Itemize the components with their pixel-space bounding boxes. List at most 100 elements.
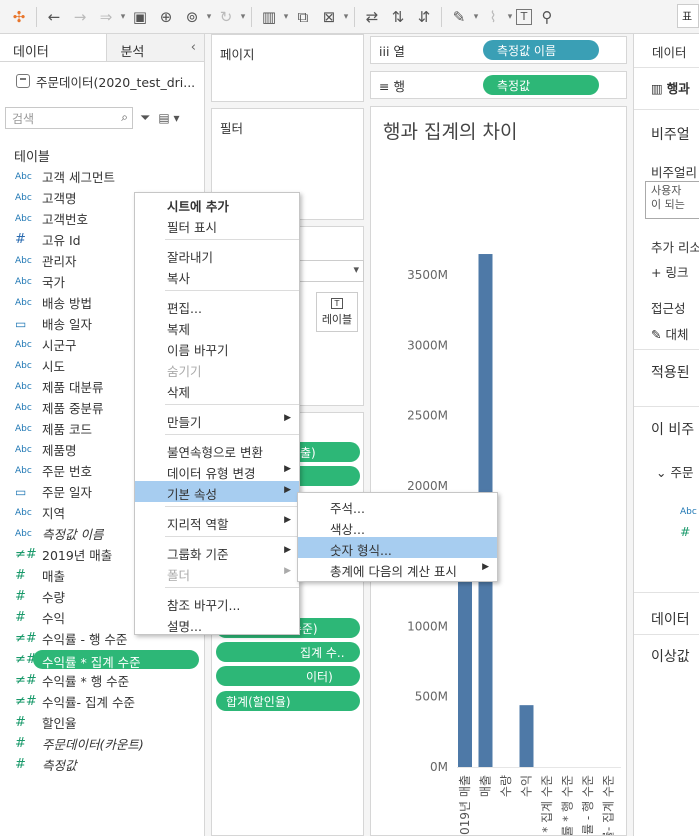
number-type-icon: #: [15, 757, 26, 772]
chevron-down-icon[interactable]: ▾: [239, 4, 247, 30]
submenu-arrow-icon: ▶: [284, 515, 291, 525]
measure-pill[interactable]: 합계(할인율): [216, 691, 360, 711]
tab-data[interactable]: 데이터: [0, 34, 108, 61]
divider: [634, 349, 699, 350]
x-tick-label: 수익률- 집계 수준: [602, 775, 616, 835]
chevron-down-icon[interactable]: ▾: [205, 4, 213, 30]
collapse-chevron-icon[interactable]: ‹: [191, 40, 196, 55]
mark-type-select[interactable]: [291, 260, 364, 282]
pin-icon[interactable]: ⚲: [536, 4, 558, 30]
duplicate-sheet-icon[interactable]: ⧉: [292, 4, 314, 30]
measure-pill[interactable]: 이터): [216, 666, 360, 686]
menu-item-duplicate[interactable]: 복제: [135, 316, 299, 337]
bar[interactable]: [458, 556, 472, 767]
view-options-icon[interactable]: ▤ ▾: [158, 111, 179, 125]
highlight-icon[interactable]: ✎: [448, 4, 470, 30]
rp-alt-text[interactable]: ✎ 대체: [651, 324, 688, 343]
viz-canvas[interactable]: 행과 집계의 차이 0M500M1000M1500M2000M2500M3000…: [370, 106, 627, 836]
measure-pill[interactable]: 집계 수..: [216, 642, 360, 662]
datasource-row[interactable]: 주문데이터(2020_test_dri...: [0, 62, 204, 92]
menu-item-delete[interactable]: 삭제: [135, 379, 299, 400]
pages-card[interactable]: 페이지: [211, 34, 364, 102]
field-item[interactable]: ≠# 수익률- 집계 수준: [0, 691, 204, 712]
filter-icon[interactable]: ⏷: [140, 111, 150, 126]
chevron-down-icon[interactable]: ▾: [472, 4, 480, 30]
swap-icon[interactable]: ⇄: [361, 4, 383, 30]
chevron-down-icon[interactable]: ▾: [282, 4, 290, 30]
show-me-button[interactable]: 표: [677, 4, 699, 28]
sort-descending-icon[interactable]: ⇵: [413, 4, 435, 30]
number-type-icon: ≠#: [15, 547, 37, 562]
label-icon[interactable]: T: [516, 8, 532, 25]
menu-item-cut[interactable]: 잘라내기: [135, 244, 299, 265]
field-item[interactable]: ≠# 수익률 * 행 수준: [0, 670, 204, 691]
menu-item-default-properties[interactable]: 기본 속성 ▶: [135, 481, 299, 502]
menu-item-show-filter-label: 필터 표시: [167, 220, 217, 235]
submenu-item-color[interactable]: 색상...: [298, 516, 497, 537]
rows-pill[interactable]: 측정값: [483, 75, 599, 95]
menu-item-add-to-sheet[interactable]: 시트에 추가: [135, 193, 299, 214]
field-item[interactable]: # 주문데이터(카운트): [0, 733, 204, 754]
columns-pill[interactable]: 측정값 이름: [483, 40, 599, 60]
refresh-icon[interactable]: ↻: [215, 4, 237, 30]
rows-shelf[interactable]: ≡ 행 측정값: [370, 71, 627, 99]
rp-filter-item[interactable]: ⌄ 주문: [656, 462, 693, 481]
string-type-icon: Abc: [15, 444, 32, 455]
menu-item-group-by[interactable]: 그룹화 기준 ▶: [135, 541, 299, 562]
menu-item-replace-refs[interactable]: 참조 바꾸기...: [135, 592, 299, 613]
submenu-item-number-format[interactable]: 숫자 형식...: [298, 537, 497, 558]
rp-textbox-line1: 사용자: [651, 184, 682, 197]
field-name: 주문 번호: [42, 464, 92, 479]
string-type-icon: Abc: [15, 171, 32, 182]
bar[interactable]: [519, 705, 534, 767]
attach-icon[interactable]: ⌇: [482, 4, 504, 30]
back-icon[interactable]: ←: [43, 4, 65, 30]
toolbar-separator: [354, 6, 355, 27]
tab-analysis[interactable]: 분석 ‹: [107, 34, 204, 61]
divider: [634, 109, 699, 110]
columns-shelf[interactable]: iii 열 측정값 이름: [370, 36, 627, 64]
submenu-item-total-using[interactable]: 총계에 다음의 계산 표시 ▶: [298, 558, 497, 579]
menu-item-edit[interactable]: 편집...: [135, 295, 299, 316]
string-type-icon: Abc: [15, 423, 32, 434]
forward-icon[interactable]: →: [69, 4, 91, 30]
rp-textbox[interactable]: 사용자 이 되는: [645, 181, 699, 219]
chevron-down-icon[interactable]: ▾: [342, 4, 350, 30]
tableau-logo-icon[interactable]: ✣: [8, 4, 30, 30]
redo-icon[interactable]: ⇒: [95, 4, 117, 30]
search-input[interactable]: 검색 ⌕: [5, 107, 133, 129]
menu-item-edit-label: 편집...: [167, 301, 202, 316]
menu-item-copy[interactable]: 복사: [135, 265, 299, 286]
field-item[interactable]: # 측정값: [0, 754, 204, 775]
field-name: 시도: [42, 359, 66, 374]
clear-sheet-icon[interactable]: ⊠: [318, 4, 340, 30]
string-type-icon: Abc: [15, 381, 32, 392]
menu-item-describe[interactable]: 설명...: [135, 613, 299, 634]
field-item[interactable]: # 할인율: [0, 712, 204, 733]
save-icon[interactable]: ▣: [129, 4, 151, 30]
tables-heading: 테이블: [14, 150, 50, 165]
pages-title: 페이지: [220, 47, 255, 62]
new-worksheet-icon[interactable]: ▥: [258, 4, 280, 30]
string-type-icon: Abc: [15, 192, 32, 203]
chevron-down-icon[interactable]: ▾: [119, 4, 127, 30]
menu-item-rename[interactable]: 이름 바꾸기: [135, 337, 299, 358]
rp-link[interactable]: + 링크: [651, 262, 688, 281]
database-icon[interactable]: ⊚: [181, 4, 203, 30]
label-button[interactable]: T 레이블: [316, 292, 358, 332]
field-item[interactable]: Abc 고객 세그먼트: [0, 166, 204, 187]
menu-item-geo-role[interactable]: 지리적 역할 ▶: [135, 511, 299, 532]
sort-ascending-icon[interactable]: ⇅: [387, 4, 409, 30]
menu-item-change-type[interactable]: 데이터 유형 변경 ▶: [135, 460, 299, 481]
selected-field-pill[interactable]: 수익률 * 집계 수준: [33, 650, 199, 670]
menu-item-show-filter[interactable]: 필터 표시: [135, 214, 299, 235]
menu-item-create[interactable]: 만들기 ▶: [135, 409, 299, 430]
chevron-down-icon[interactable]: ▾: [506, 4, 514, 30]
rp-header: 데이터: [652, 45, 687, 60]
menu-item-convert-discrete[interactable]: 불연속형으로 변환: [135, 439, 299, 460]
field-name: 배송 일자: [42, 317, 92, 332]
sheet-icon: ▥: [651, 81, 667, 96]
field-item[interactable]: ≠# 수익률 * 집계 수준: [0, 649, 204, 670]
new-datasource-icon[interactable]: ⊕: [155, 4, 177, 30]
submenu-item-comment[interactable]: 주석...: [298, 495, 497, 516]
